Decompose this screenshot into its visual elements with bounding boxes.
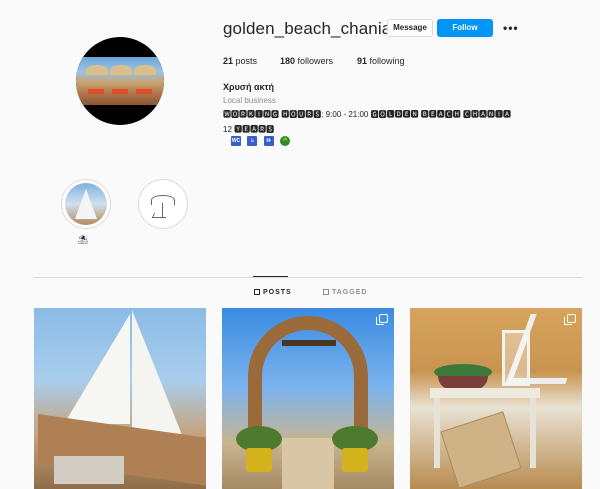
table-top-shape — [430, 388, 540, 398]
sail-shape — [132, 310, 184, 440]
bio-hours-line: 🆆🅾🆁🅺🅸🅽🅶 🅷🅾🆄🆁🆂: 9:00 - 21:00 🅶🅾🅻🅳🅴🅽 🅱🅴🅰🅲🅷… — [223, 110, 512, 119]
lounger-shape — [88, 89, 104, 94]
message-button[interactable]: Message — [387, 19, 433, 37]
posts-count: 21 — [223, 56, 234, 66]
tag-icon — [323, 289, 329, 295]
follow-button[interactable]: Follow — [437, 19, 493, 37]
posts-stat-label: posts — [233, 56, 258, 66]
followers-stat[interactable]: 180 followers — [280, 56, 333, 66]
menu-board-shape — [440, 411, 522, 489]
umbrella-sketch — [151, 195, 175, 205]
followers-count: 180 — [280, 56, 296, 66]
umbrella-shape — [86, 65, 108, 75]
more-options-icon[interactable]: ••• — [503, 21, 519, 35]
table-leg-shape — [434, 398, 440, 468]
stone-base-shape — [54, 456, 124, 484]
highlight-beach-sketch[interactable] — [138, 179, 188, 229]
umbrella-shape — [134, 65, 156, 75]
wc-icon: WC — [231, 136, 241, 146]
active-tab-indicator — [253, 276, 288, 277]
carousel-icon — [564, 314, 576, 325]
lounger-shape — [136, 89, 152, 94]
wheelchair-icon: ♿ — [247, 136, 258, 146]
post-sailboat[interactable] — [34, 308, 206, 489]
highlight-sailboat[interactable] — [61, 179, 111, 229]
profile-avatar[interactable] — [76, 37, 164, 125]
yellow-pot-shape — [342, 448, 368, 472]
post-heart-arch[interactable] — [222, 308, 394, 489]
restroom-icon: 🚻 — [263, 136, 274, 146]
tab-posts[interactable]: POSTS — [254, 289, 292, 296]
tabs-divider — [34, 277, 582, 278]
yellow-pot-shape — [246, 448, 272, 472]
sail-shape — [75, 189, 97, 219]
grid-icon — [254, 289, 260, 295]
sail-shape — [64, 314, 130, 424]
lounger-shape — [112, 89, 128, 94]
following-stat-label: following — [367, 56, 405, 66]
chair-sketch — [151, 213, 169, 218]
highlight-label: ⛱ — [78, 235, 89, 244]
post-table-lantern[interactable] — [410, 308, 582, 489]
umbrella-shape — [110, 65, 132, 75]
tree-icon: 🌳 — [280, 136, 291, 146]
tab-posts-label: POSTS — [263, 289, 292, 296]
highlight-sailboat-image — [65, 183, 107, 225]
tab-tagged-label: TAGGED — [332, 289, 368, 296]
path-shape — [282, 438, 334, 489]
highlight-sketch-image — [142, 183, 184, 225]
bio-emoji-row: WC ♿ 🚻 🌳 — [231, 136, 292, 147]
tab-tagged[interactable]: TAGGED — [323, 289, 367, 296]
profile-full-name: Χρυσή ακτή — [223, 82, 275, 92]
posts-stat: 21 posts — [223, 56, 257, 66]
following-count: 91 — [357, 56, 368, 66]
following-stat[interactable]: 91 following — [357, 56, 405, 66]
carousel-icon — [376, 314, 388, 325]
profile-category: Local business — [223, 96, 276, 105]
table-leg-shape — [530, 398, 536, 468]
arch-sign-shape — [282, 340, 336, 346]
followers-stat-label: followers — [295, 56, 334, 66]
bio-years-line: 12 🆈🅴🅰🆁🆂 — [223, 125, 275, 134]
lantern-shape — [502, 330, 530, 386]
profile-username: golden_beach_chania — [223, 19, 392, 38]
